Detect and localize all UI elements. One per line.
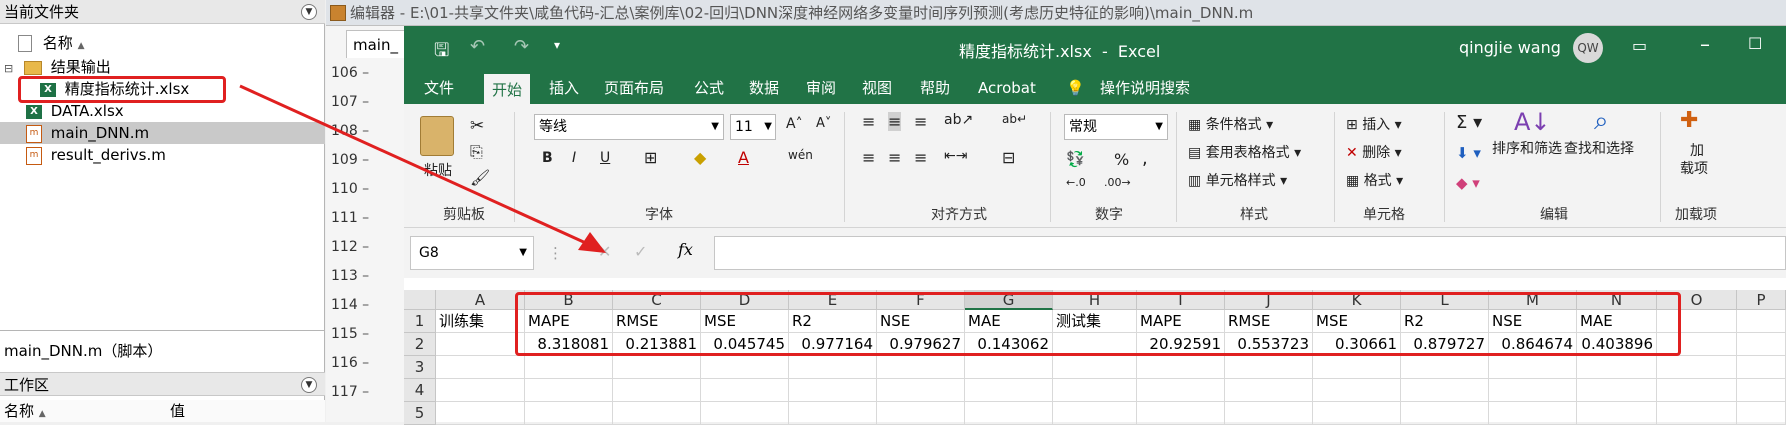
annotation-arrow-line bbox=[239, 84, 589, 246]
annotation-arrow bbox=[239, 84, 606, 253]
